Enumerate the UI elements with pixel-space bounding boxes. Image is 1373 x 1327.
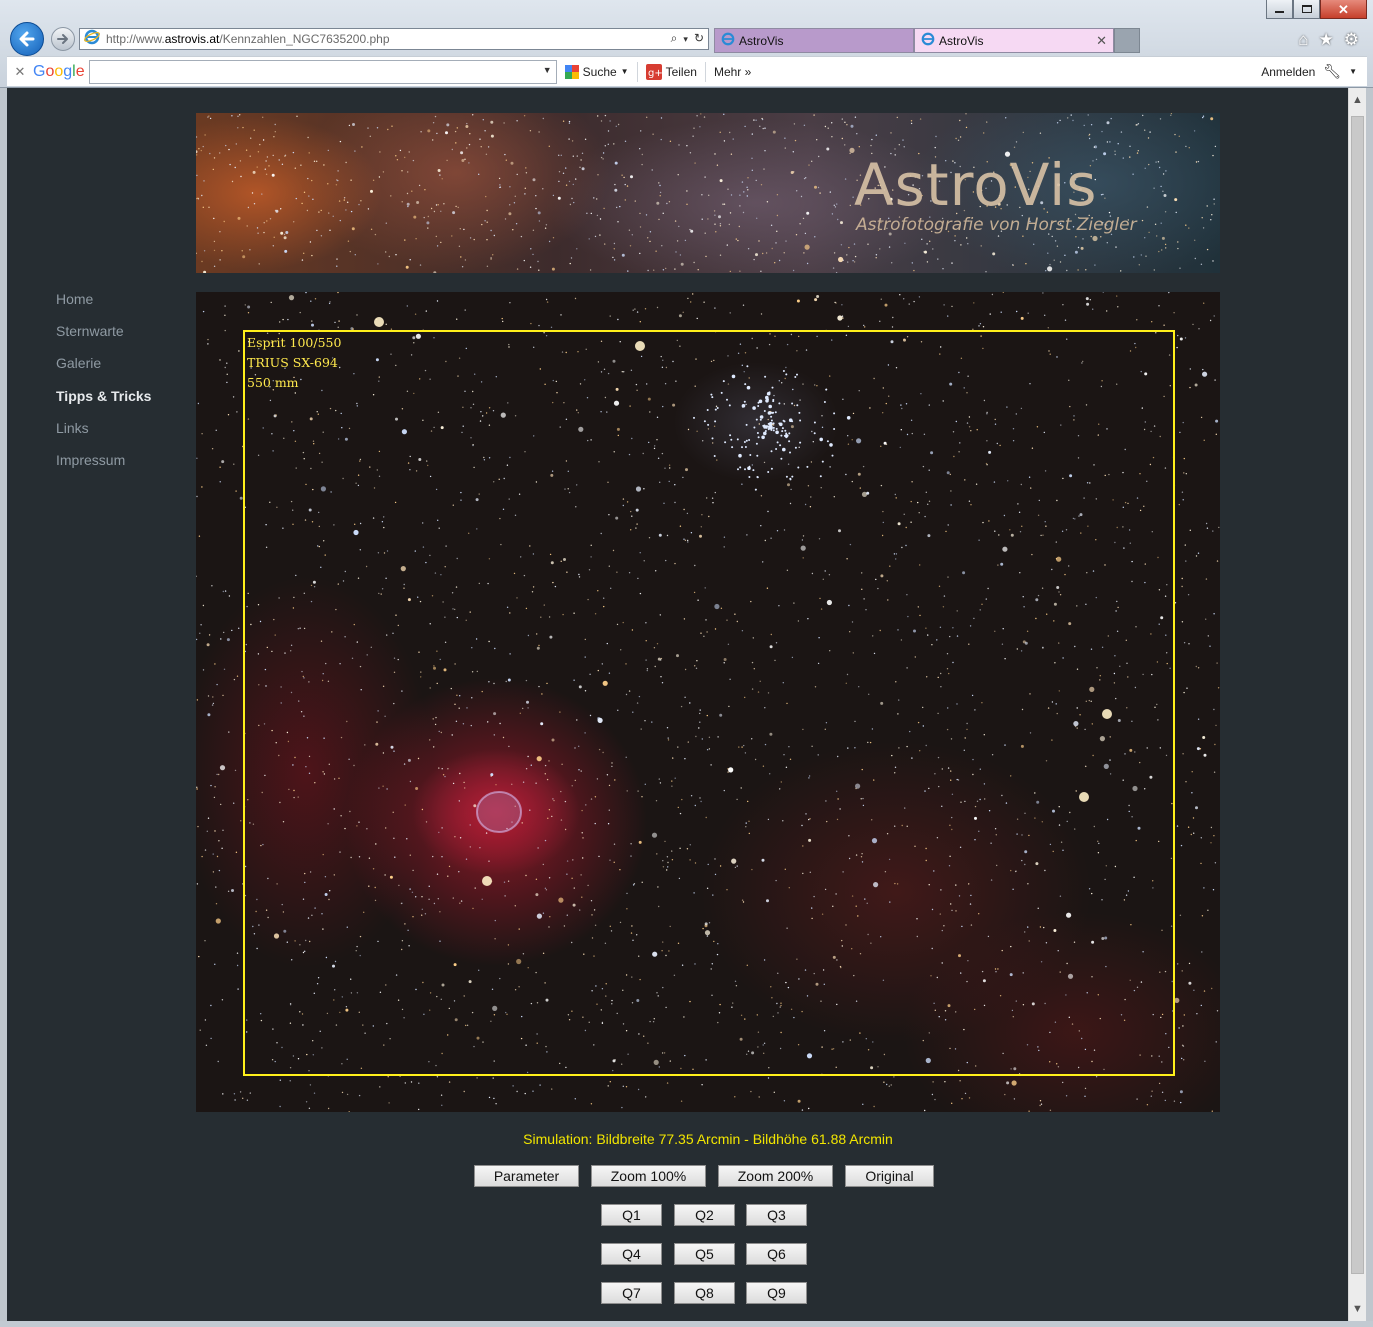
tab-label: AstroVis [739, 33, 784, 48]
nav-item-galerie[interactable]: Galerie [56, 354, 151, 386]
chevron-down-icon[interactable]: ▼ [1349, 67, 1357, 76]
home-icon[interactable]: ⌂ [1298, 30, 1308, 50]
search-label: Suche [582, 64, 617, 79]
nav-item-tipps-tricks[interactable]: Tipps & Tricks [56, 387, 151, 419]
q5-button[interactable]: Q5 [674, 1243, 735, 1265]
forward-arrow-icon [57, 34, 68, 44]
telescope-label: Esprit 100/550 [247, 335, 342, 350]
parameter-button[interactable]: Parameter [474, 1165, 579, 1187]
astro-photo: Esprit 100/550 TRIUS SX-694 550 mm [196, 292, 1220, 1112]
site-title: AstroVis [854, 151, 1098, 219]
simulation-info: Simulation: Bildbreite 77.35 Arcmin - Bi… [523, 1131, 893, 1147]
scroll-down-icon[interactable]: ▼ [1352, 1303, 1363, 1315]
chevron-down-icon[interactable]: ▼ [543, 65, 552, 75]
share-button[interactable]: g+ Teilen [645, 63, 697, 80]
q6-button[interactable]: Q6 [746, 1243, 807, 1265]
minimize-icon [1275, 11, 1284, 13]
google-logo: Google [33, 62, 85, 80]
maximize-button[interactable] [1293, 0, 1320, 19]
window-frame-bottom [0, 1321, 1373, 1327]
new-tab-button[interactable] [1114, 28, 1140, 53]
browser-chrome: ✕ http://www.astrovis.at/Kennzahlen_NGC7… [0, 0, 1373, 88]
q8-button[interactable]: Q8 [674, 1282, 735, 1304]
search-button[interactable]: Suche ▼ [564, 64, 629, 79]
focal-length-label: 550 mm [247, 375, 299, 390]
settings-gear-icon[interactable]: ⚙ [1344, 30, 1359, 50]
close-window-button[interactable]: ✕ [1320, 0, 1367, 19]
scroll-up-icon[interactable]: ▲ [1352, 94, 1363, 106]
url-path: /Kennzahlen_NGC7635200.php [219, 32, 390, 46]
svg-text:g+: g+ [648, 68, 662, 79]
original-button[interactable]: Original [845, 1165, 934, 1187]
back-arrow-icon [19, 31, 35, 47]
chevron-down-icon: ▼ [620, 67, 629, 76]
url-prefix: http://www. [106, 32, 165, 46]
close-icon: ✕ [1338, 1, 1349, 17]
main-navigation: Home Sternwarte Galerie Tipps & Tricks L… [56, 290, 151, 483]
q9-button[interactable]: Q9 [746, 1282, 807, 1304]
window-controls: ✕ [1266, 0, 1367, 19]
minimize-button[interactable] [1266, 0, 1293, 19]
refresh-icon[interactable]: ↻ [694, 31, 704, 47]
zoom-100-button[interactable]: Zoom 100% [591, 1165, 706, 1187]
close-tab-icon[interactable]: ✕ [1096, 33, 1107, 49]
google-search-input[interactable]: ▼ [88, 59, 557, 84]
q2-button[interactable]: Q2 [674, 1204, 735, 1226]
scrollbar-thumb[interactable] [1351, 116, 1364, 1274]
q1-button[interactable]: Q1 [601, 1204, 662, 1226]
ie-page-icon [84, 29, 102, 50]
q4-button[interactable]: Q4 [601, 1243, 662, 1265]
nav-item-home[interactable]: Home [56, 290, 151, 322]
address-tools: ⌕ ▾ ↻ [671, 31, 704, 47]
q7-button[interactable]: Q7 [601, 1282, 662, 1304]
signin-button[interactable]: Anmelden [1261, 65, 1315, 79]
field-of-view-frame [243, 330, 1175, 1076]
back-button[interactable] [10, 22, 44, 56]
nav-item-impressum[interactable]: Impressum [56, 451, 151, 483]
close-toolbar-icon[interactable]: ✕ [7, 64, 33, 80]
separator [636, 61, 638, 82]
nav-item-sternwarte[interactable]: Sternwarte [56, 322, 151, 354]
nav-item-links[interactable]: Links [56, 419, 151, 451]
web-page: AstroVis Astrofotografie von Horst Ziegl… [7, 88, 1348, 1321]
more-label: Mehr » [713, 64, 752, 79]
address-bar[interactable]: http://www.astrovis.at/Kennzahlen_NGC763… [79, 28, 709, 50]
forward-button[interactable] [51, 27, 75, 51]
vertical-scrollbar[interactable]: ▲ ▼ [1348, 88, 1366, 1321]
zoom-200-button[interactable]: Zoom 200% [718, 1165, 833, 1187]
share-label: Teilen [665, 64, 697, 79]
ie-tab-icon [921, 32, 935, 49]
tab-astrovis-1[interactable]: AstroVis [714, 28, 914, 53]
more-button[interactable]: Mehr » [714, 65, 751, 79]
google-search-icon [564, 64, 579, 79]
tab-label: AstroVis [939, 33, 984, 48]
search-icon[interactable]: ⌕ [671, 31, 678, 47]
browser-right-icons: ⌂ ★ ⚙ [1298, 30, 1359, 50]
site-subtitle: Astrofotografie von Horst Ziegler [856, 215, 1137, 235]
google-plus-icon: g+ [645, 63, 662, 80]
site-banner: AstroVis Astrofotografie von Horst Ziegl… [196, 113, 1220, 273]
ie-tab-icon [721, 32, 735, 49]
tab-astrovis-2[interactable]: AstroVis ✕ [914, 28, 1114, 53]
google-toolbar: ✕ Google ▼ Suche ▼ g+ Teilen Mehr » Anme… [7, 56, 1367, 86]
toolbar-right: Anmelden 🔧︎ ▼ [1261, 63, 1357, 80]
url-text[interactable]: http://www.astrovis.at/Kennzahlen_NGC763… [106, 32, 390, 46]
separator [704, 61, 706, 82]
wrench-icon[interactable]: 🔧︎ [1323, 63, 1341, 80]
camera-label: TRIUS SX-694 [247, 355, 338, 370]
dropdown-icon[interactable]: ▾ [683, 31, 688, 47]
maximize-icon [1301, 5, 1312, 13]
url-domain: astrovis.at [164, 32, 220, 46]
q3-button[interactable]: Q3 [746, 1204, 807, 1226]
favorites-star-icon[interactable]: ★ [1319, 30, 1334, 50]
